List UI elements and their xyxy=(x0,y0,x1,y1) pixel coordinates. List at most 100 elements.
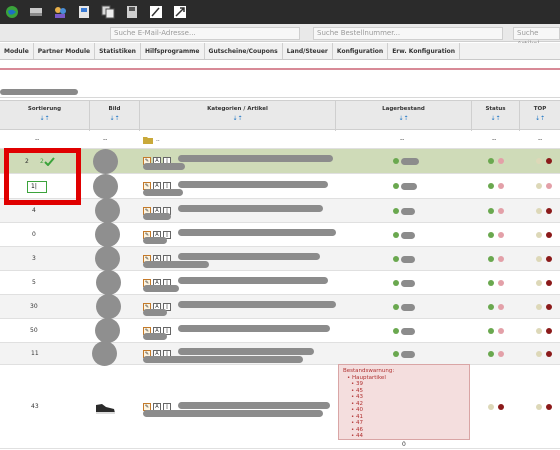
column-header-category[interactable]: Kategorien / Artikel ⇣⇡ xyxy=(140,101,336,131)
sort-arrows-icon[interactable]: ⇣⇡ xyxy=(90,115,139,122)
table-row[interactable]: 2 2 ✎ A ▯ xyxy=(0,148,560,174)
stock-indicator-icon xyxy=(393,158,399,164)
sneaker-thumbnail[interactable] xyxy=(94,399,116,415)
status-inactive-icon[interactable] xyxy=(498,327,504,334)
status-inactive-icon[interactable] xyxy=(498,303,504,310)
status-active-icon[interactable] xyxy=(488,255,494,262)
redacted-text xyxy=(143,333,167,340)
top-off-icon[interactable] xyxy=(536,279,542,286)
inbox-icon[interactable] xyxy=(28,5,43,20)
product-thumbnail[interactable] xyxy=(96,270,121,295)
top-on-icon[interactable] xyxy=(546,255,552,262)
redacted-text xyxy=(401,280,415,287)
sort-arrows-icon[interactable]: ⇣⇡ xyxy=(472,115,519,122)
table-row[interactable]: 0 ✎ A ▯ xyxy=(0,222,560,247)
status-inactive-icon[interactable] xyxy=(498,183,504,189)
stock-indicator-icon xyxy=(393,279,399,286)
top-on-icon[interactable] xyxy=(546,403,552,410)
top-off-icon[interactable] xyxy=(536,231,542,238)
product-thumbnail[interactable] xyxy=(93,173,118,199)
status-active-icon[interactable] xyxy=(488,207,494,214)
menu-item-statistiken[interactable]: Statistiken xyxy=(95,43,141,59)
top-off-icon[interactable] xyxy=(536,158,542,164)
column-header-status[interactable]: Status ⇣⇡ xyxy=(472,101,520,131)
product-thumbnail[interactable] xyxy=(95,222,120,247)
sort-arrows-icon[interactable]: ⇣⇡ xyxy=(520,115,560,122)
table-row[interactable]: 5 ✎ A ▯ xyxy=(0,270,560,295)
top-on-icon[interactable] xyxy=(546,231,552,238)
folder-icon[interactable] xyxy=(143,136,153,144)
status-active-icon[interactable] xyxy=(488,183,494,189)
top-off-icon[interactable] xyxy=(536,303,542,310)
product-thumbnail[interactable] xyxy=(95,246,120,271)
product-thumbnail[interactable] xyxy=(96,294,121,319)
product-thumbnail[interactable] xyxy=(95,198,120,223)
status-active-icon[interactable] xyxy=(488,231,494,238)
status-inactive-icon[interactable] xyxy=(498,350,504,357)
top-off-icon[interactable] xyxy=(536,350,542,357)
table-row[interactable]: 3 ✎ A ▯ xyxy=(0,246,560,271)
status-inactive-icon[interactable] xyxy=(498,255,504,262)
status-active-icon[interactable] xyxy=(488,158,494,164)
status-active-icon[interactable] xyxy=(488,327,494,334)
sort-order-input[interactable]: 1| xyxy=(27,181,47,193)
table-row[interactable]: 43 ✎ A ▯ 0 xyxy=(0,365,560,449)
article-search-input[interactable]: Suche Artikel xyxy=(513,27,560,48)
column-header-stock[interactable]: Lagerbestand ⇣⇡ xyxy=(336,101,472,131)
top-on-icon[interactable] xyxy=(546,207,552,214)
menu-item-partner-module[interactable]: Partner Module xyxy=(34,43,96,59)
top-on-icon[interactable] xyxy=(546,158,552,164)
menu-item-gutscheine[interactable]: Gutscheine/Coupons xyxy=(205,43,283,59)
status-inactive-icon[interactable] xyxy=(498,158,504,164)
menu-item-land-steuer[interactable]: Land/Steuer xyxy=(283,43,333,59)
status-inactive-icon[interactable] xyxy=(488,403,494,410)
top-off-icon[interactable] xyxy=(536,207,542,214)
table-row[interactable]: 4 ✎ A ▯ xyxy=(0,198,560,223)
order-search-input[interactable]: Suche Bestellnummer... xyxy=(313,27,503,40)
product-thumbnail[interactable] xyxy=(92,341,117,366)
top-off-icon[interactable] xyxy=(536,327,542,334)
table-row[interactable]: 11 ✎ A ▯ xyxy=(0,341,560,366)
menu-item-konfiguration[interactable]: Konfiguration xyxy=(333,43,389,59)
parent-folder-link[interactable]: .. xyxy=(156,136,160,143)
status-inactive-icon[interactable] xyxy=(498,279,504,286)
top-off-icon[interactable] xyxy=(536,403,542,410)
status-active-icon[interactable] xyxy=(498,403,504,410)
status-inactive-icon[interactable] xyxy=(498,207,504,214)
sort-arrows-icon[interactable]: ⇣⇡ xyxy=(0,115,89,122)
globe-icon[interactable] xyxy=(4,5,19,20)
redacted-text xyxy=(143,309,167,316)
top-on-icon[interactable] xyxy=(546,350,552,357)
menu-item-hilfsprogramme[interactable]: Hilfsprogramme xyxy=(141,43,205,59)
menu-item-erw-konfiguration[interactable]: Erw. Konfiguration xyxy=(388,43,461,59)
table-row[interactable]: ✎ A ▯ xyxy=(0,173,560,199)
users-icon[interactable] xyxy=(52,5,67,20)
column-header-top[interactable]: TOP ⇣⇡ xyxy=(520,101,560,131)
menu-item-module[interactable]: Module xyxy=(0,43,34,59)
column-header-sort[interactable]: Sortierung ⇣⇡ xyxy=(0,101,90,131)
top-on-icon[interactable] xyxy=(546,303,552,310)
top-on-icon[interactable] xyxy=(546,327,552,334)
email-search-input[interactable]: Suche E-Mail-Adresse... xyxy=(110,27,300,40)
status-active-icon[interactable] xyxy=(488,350,494,357)
top-off-icon[interactable] xyxy=(536,183,542,189)
sort-arrows-icon[interactable]: ⇣⇡ xyxy=(336,115,471,122)
link-icon[interactable] xyxy=(172,5,187,20)
sort-arrows-icon[interactable]: ⇣⇡ xyxy=(140,115,335,122)
top-on-icon[interactable] xyxy=(546,279,552,286)
warning-item: • 44 xyxy=(351,433,363,439)
product-thumbnail[interactable] xyxy=(93,148,118,174)
top-off-icon[interactable] xyxy=(536,255,542,262)
status-active-icon[interactable] xyxy=(488,279,494,286)
edit-icon[interactable] xyxy=(148,5,163,20)
status-inactive-icon[interactable] xyxy=(498,231,504,238)
table-row[interactable]: 50 ✎ A ▯ xyxy=(0,318,560,343)
top-on-icon[interactable] xyxy=(546,183,552,189)
column-header-image[interactable]: Bild ⇣⇡ xyxy=(90,101,140,131)
table-row[interactable]: 30 ✎ A ▯ xyxy=(0,294,560,319)
copy-icon[interactable] xyxy=(100,5,115,20)
product-thumbnail[interactable] xyxy=(95,318,120,343)
save-icon[interactable] xyxy=(124,5,139,20)
status-active-icon[interactable] xyxy=(488,303,494,310)
contacts-icon[interactable] xyxy=(76,5,91,20)
